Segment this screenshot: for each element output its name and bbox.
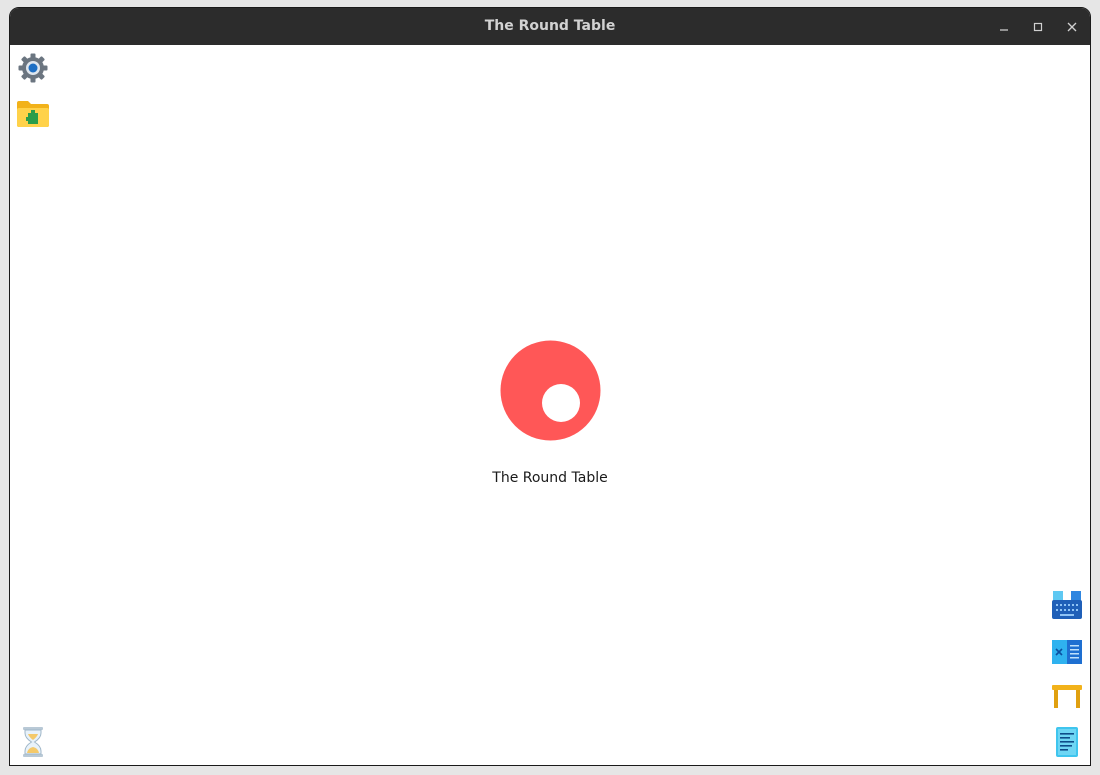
minimize-icon [998, 21, 1010, 33]
close-icon [1066, 21, 1078, 33]
app-window: The Round Table The Round Table [9, 7, 1091, 766]
minimize-button[interactable] [993, 16, 1015, 38]
settings-shortcut[interactable] [15, 50, 51, 86]
vscode-icon [1051, 638, 1083, 666]
maximize-icon [1032, 21, 1044, 33]
timer-shortcut[interactable] [15, 724, 51, 760]
close-button[interactable] [1061, 16, 1083, 38]
maximize-button[interactable] [1027, 16, 1049, 38]
text-editor-shortcut[interactable] [1049, 724, 1085, 760]
settings-gear-icon [17, 52, 49, 84]
window-title: The Round Table [484, 18, 616, 34]
keyboard-icon [1051, 590, 1083, 622]
app-logo [500, 340, 601, 441]
text-document-icon [1054, 726, 1080, 758]
table-app-shortcut[interactable] [1049, 678, 1085, 714]
app-name-label: The Round Table [492, 470, 608, 486]
table-icon [1051, 682, 1083, 710]
hourglass-icon [19, 726, 47, 758]
folder-extension-icon [16, 99, 50, 129]
extensions-folder-shortcut[interactable] [15, 96, 51, 132]
desktop-area: The Round Table [10, 45, 1090, 765]
title-bar[interactable]: The Round Table [10, 8, 1090, 45]
keyboard-app-shortcut[interactable] [1049, 588, 1085, 624]
code-editor-shortcut[interactable] [1049, 634, 1085, 670]
